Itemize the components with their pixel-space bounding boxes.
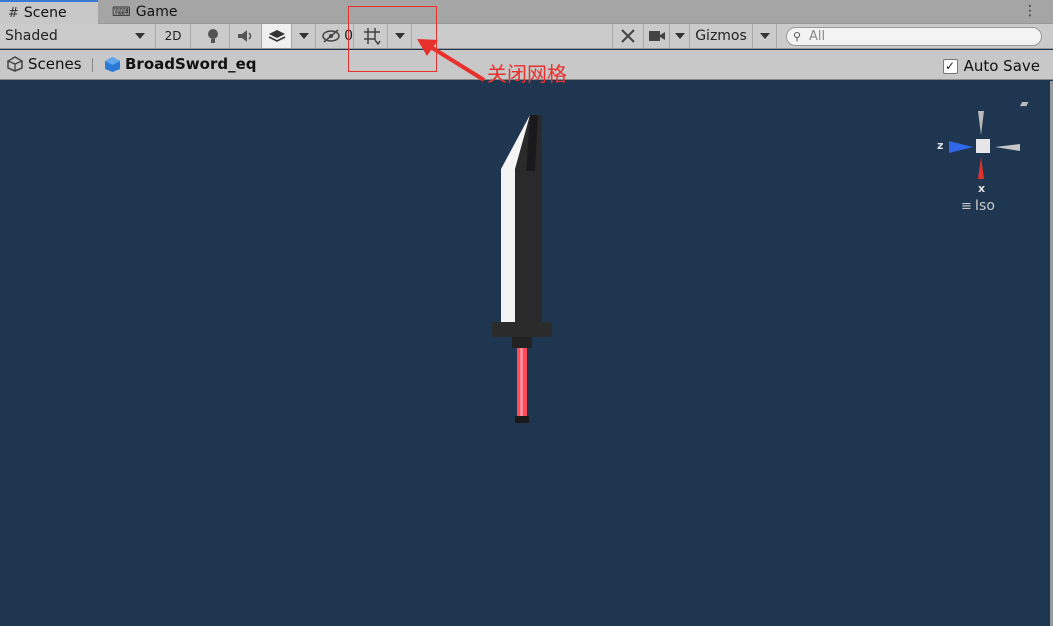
camera-dropdown[interactable] bbox=[670, 24, 690, 48]
gizmo-x-label: x bbox=[978, 182, 985, 195]
effects-toggle-button[interactable] bbox=[262, 24, 292, 48]
window-tab-bar: # Scene ⌨ Game ⋮ bbox=[0, 0, 1053, 24]
gizmo-neg-z-cone[interactable] bbox=[995, 144, 1020, 151]
gizmo-z-cone[interactable] bbox=[949, 141, 973, 153]
gizmos-dropdown[interactable] bbox=[753, 24, 777, 48]
tab-game-label: Game bbox=[135, 4, 178, 20]
sword-hilt-collar bbox=[512, 337, 532, 348]
sword-pommel bbox=[515, 416, 529, 423]
auto-save-checkbox[interactable]: ✓ bbox=[942, 58, 958, 74]
chevron-down-icon bbox=[674, 33, 685, 39]
prefab-cube-icon bbox=[105, 56, 120, 72]
scene-toolbar: Shaded 2D 0 Gizmos ⚲ All bbox=[0, 24, 1053, 49]
chevron-down-icon bbox=[759, 33, 770, 39]
lock-icon[interactable]: ▰ bbox=[1020, 97, 1028, 110]
eye-slash-icon bbox=[322, 29, 340, 43]
effects-dropdown-button[interactable] bbox=[292, 24, 316, 48]
gamepad-icon: ⌨ bbox=[112, 4, 131, 20]
unity-logo-icon bbox=[7, 56, 23, 72]
breadcrumb-prefab[interactable]: BroadSword_eq bbox=[104, 55, 257, 73]
menu-lines-icon: ≡ bbox=[961, 198, 972, 214]
lightbulb-icon bbox=[207, 29, 218, 43]
search-icon: ⚲ bbox=[793, 30, 802, 43]
toggle-2d-button[interactable]: 2D bbox=[156, 24, 191, 48]
shading-mode-value: Shaded bbox=[5, 28, 58, 44]
scene-viewport[interactable]: z x ▰ bbox=[0, 81, 1053, 626]
orientation-gizmo[interactable]: z x bbox=[925, 103, 1025, 198]
projection-label: Iso bbox=[974, 198, 995, 214]
sword-grip-highlight bbox=[520, 348, 523, 416]
projection-toggle[interactable]: ≡ Iso bbox=[961, 198, 995, 214]
grid-hash-icon: # bbox=[8, 5, 19, 21]
toggle-2d-label: 2D bbox=[164, 29, 182, 43]
auto-save-label: Auto Save bbox=[963, 57, 1040, 75]
speaker-icon bbox=[237, 30, 251, 42]
annotation-text: 关闭网格 bbox=[487, 62, 567, 86]
breadcrumb-separator bbox=[92, 58, 93, 72]
camera-settings-button[interactable] bbox=[644, 24, 670, 48]
tab-scene[interactable]: # Scene bbox=[0, 0, 98, 24]
shading-mode-dropdown[interactable]: Shaded bbox=[0, 24, 156, 48]
annotation-arrow bbox=[417, 39, 486, 82]
lighting-toggle-button[interactable] bbox=[196, 24, 230, 48]
tools-button[interactable] bbox=[612, 24, 644, 48]
chevron-down-icon bbox=[135, 33, 145, 39]
breadcrumb-scenes-label: Scenes bbox=[28, 55, 82, 73]
sword-model[interactable] bbox=[490, 113, 554, 425]
gizmo-x-cone[interactable] bbox=[978, 157, 984, 179]
camera-icon bbox=[648, 31, 665, 41]
tab-scene-label: Scene bbox=[23, 5, 67, 21]
gizmo-y-cone[interactable] bbox=[978, 111, 984, 135]
chevron-down-icon bbox=[298, 33, 309, 39]
auto-save-toggle[interactable]: ✓ Auto Save bbox=[942, 57, 1040, 75]
more-options-icon[interactable]: ⋮ bbox=[1023, 3, 1037, 19]
tab-game[interactable]: ⌨ Game bbox=[104, 0, 194, 24]
search-input[interactable]: ⚲ All bbox=[786, 27, 1042, 46]
layers-icon bbox=[268, 30, 285, 42]
search-placeholder: All bbox=[809, 29, 826, 44]
gizmos-button[interactable]: Gizmos bbox=[690, 24, 753, 48]
gizmo-z-label: z bbox=[937, 139, 943, 152]
gizmos-label: Gizmos bbox=[695, 28, 747, 44]
audio-toggle-button[interactable] bbox=[230, 24, 262, 48]
wrench-icon bbox=[621, 29, 635, 43]
breadcrumb-scenes[interactable]: Scenes bbox=[7, 55, 82, 73]
gizmo-center-cube[interactable] bbox=[976, 139, 990, 153]
breadcrumb-prefab-label: BroadSword_eq bbox=[125, 55, 257, 73]
sword-crossguard bbox=[492, 322, 552, 337]
